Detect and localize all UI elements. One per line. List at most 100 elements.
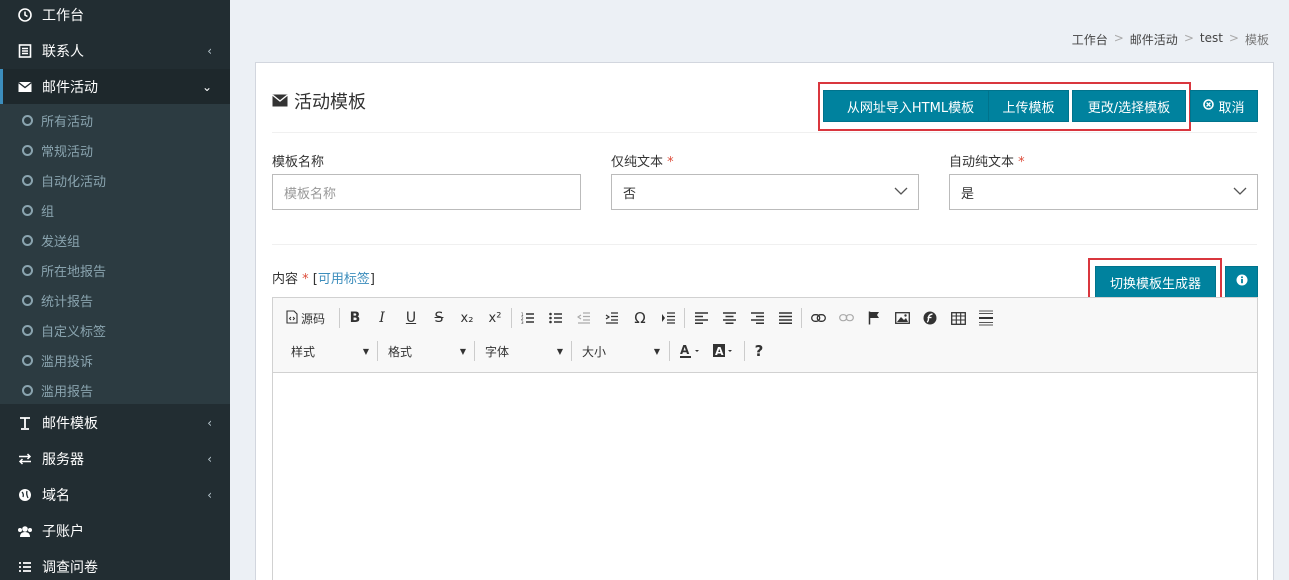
sidebar-item-surveys[interactable]: 调查问卷 (0, 549, 230, 580)
circle-icon (22, 324, 33, 336)
source-label: 源码 (301, 311, 326, 326)
toggle-template-builder-label: 切换模板生成器 (1109, 276, 1201, 292)
sidebar-item-label: 邮件模板 (42, 416, 98, 432)
sidebar-subitem-label: 自定义标签 (41, 324, 107, 340)
bold-icon[interactable]: B (343, 306, 367, 330)
strikethrough-icon[interactable]: S (427, 306, 451, 330)
sidebar-subitem[interactable]: 自定义标签 (0, 315, 230, 345)
special-character-icon[interactable]: Ω (628, 306, 652, 330)
font-select-label: 字体 (485, 344, 510, 359)
sidebar-subitem[interactable]: 常规活动 (0, 135, 230, 165)
table-icon[interactable] (946, 306, 970, 330)
text-color-icon[interactable]: A (676, 339, 706, 363)
italic-icon[interactable]: I (370, 306, 394, 330)
users-icon (17, 525, 33, 538)
svg-text:A: A (680, 343, 690, 357)
style-select[interactable]: 样式 ▼ (291, 339, 369, 363)
envelope-icon (272, 91, 288, 112)
sidebar-subitem[interactable]: 组 (0, 195, 230, 225)
insert-block-icon[interactable] (656, 306, 680, 330)
align-center-icon[interactable] (717, 306, 741, 330)
bulleted-list-icon[interactable] (544, 306, 568, 330)
chevron-down-icon (894, 184, 908, 202)
circle-icon (22, 114, 33, 126)
size-select[interactable]: 大小 ▼ (582, 339, 660, 363)
superscript-icon[interactable]: x² (483, 306, 507, 330)
sidebar-item-label: 调查问卷 (42, 560, 98, 576)
toolbar-separator (377, 341, 378, 361)
upload-template-button[interactable]: 上传模板 (988, 90, 1069, 122)
cancel-circle-icon (1203, 98, 1215, 114)
sidebar-item-contacts[interactable]: 联系人 ‹ (0, 33, 230, 69)
sidebar-item-dashboard[interactable]: 工作台 (0, 0, 230, 33)
source-button[interactable]: 源码 (286, 306, 332, 330)
sidebar-subitem[interactable]: 所有活动 (0, 105, 230, 135)
sidebar-item-subaccounts[interactable]: 子账户 (0, 513, 230, 549)
sidebar-item-servers[interactable]: 服务器 ‹ (0, 441, 230, 477)
align-right-icon[interactable] (745, 306, 769, 330)
sidebar-subitem[interactable]: 自动化活动 (0, 165, 230, 195)
auto-plain-text-value: 是 (961, 186, 975, 202)
sidebar-subitem[interactable]: 滥用报告 (0, 375, 230, 405)
template-name-input[interactable]: 模板名称 (272, 174, 581, 210)
content-label-text: 内容 (272, 272, 299, 287)
toolbar-separator (669, 341, 670, 361)
plain-text-only-value: 否 (623, 186, 637, 202)
circle-icon (22, 204, 33, 216)
style-select-label: 样式 (291, 344, 316, 359)
available-tags-link[interactable]: 可用标签 (318, 272, 370, 287)
sidebar-item-label: 域名 (42, 488, 70, 504)
change-template-button[interactable]: 更改/选择模板 (1072, 90, 1186, 122)
dashboard-icon (17, 8, 33, 22)
format-select[interactable]: 格式 ▼ (388, 339, 466, 363)
font-select[interactable]: 字体 ▼ (485, 339, 563, 363)
breadcrumb-item[interactable]: test (1200, 31, 1223, 48)
bracket: ] (369, 272, 375, 287)
numbered-list-icon[interactable]: 123 (516, 306, 540, 330)
toggle-template-builder-button[interactable]: 切换模板生成器 (1095, 266, 1216, 298)
required-mark: * (667, 155, 674, 170)
auto-plain-text-select[interactable]: 是 (949, 174, 1258, 210)
breadcrumb-item[interactable]: 邮件活动 (1130, 31, 1178, 48)
sidebar-subitem[interactable]: 滥用投诉 (0, 345, 230, 375)
cancel-button[interactable]: 取消 (1190, 90, 1258, 122)
info-button[interactable] (1225, 266, 1258, 298)
link-icon[interactable] (806, 306, 830, 330)
sidebar-item-label: 子账户 (42, 524, 84, 540)
align-justify-icon[interactable] (773, 306, 797, 330)
editor-content-area[interactable] (273, 374, 1257, 580)
underline-icon[interactable]: U (399, 306, 423, 330)
indent-icon[interactable] (600, 306, 624, 330)
sidebar-item-email-templates[interactable]: 邮件模板 ‹ (0, 405, 230, 441)
text-icon (17, 416, 33, 430)
sidebar-subitem[interactable]: 统计报告 (0, 285, 230, 315)
import-html-label: 从网址导入HTML模板 (846, 100, 975, 116)
flash-icon[interactable] (918, 306, 942, 330)
plain-text-only-select[interactable]: 否 (611, 174, 919, 210)
sidebar-item-email-campaigns[interactable]: 邮件活动 ⌄ (0, 69, 230, 105)
sidebar-subitem-label: 所在地报告 (41, 264, 107, 280)
globe-icon (17, 488, 33, 502)
toolbar-separator (571, 341, 572, 361)
subscript-icon[interactable]: x₂ (455, 306, 479, 330)
import-html-button[interactable]: 从网址导入HTML模板 (823, 90, 998, 122)
breadcrumb-separator: > (1113, 31, 1124, 45)
horizontal-line-icon[interactable] (974, 306, 998, 330)
background-color-icon[interactable]: A (709, 339, 739, 363)
sidebar: 工作台 联系人 ‹ 邮件活动 ⌄ 所有活动 常规活动 自动化活动 组 发送组 所… (0, 0, 230, 580)
main-content: 工作台 > 邮件活动 > test > 模板 活动模板 从网址导入HTML模板 … (230, 0, 1289, 580)
caret-down-icon: ▼ (459, 346, 466, 356)
image-icon[interactable] (890, 306, 914, 330)
editor-toolbar: 源码 B I U S x₂ x² 123 Ω 样式 ▼ 格式 ▼ 字体 ▼ 大小… (273, 298, 1257, 373)
unlink-icon[interactable] (834, 306, 858, 330)
sidebar-item-domains[interactable]: 域名 ‹ (0, 477, 230, 513)
outdent-icon[interactable] (572, 306, 596, 330)
breadcrumb-item[interactable]: 工作台 (1072, 31, 1108, 48)
sidebar-subitem[interactable]: 发送组 (0, 225, 230, 255)
anchor-flag-icon[interactable] (862, 306, 886, 330)
sidebar-subitem[interactable]: 所在地报告 (0, 255, 230, 285)
exchange-icon (17, 453, 33, 465)
align-left-icon[interactable] (689, 306, 713, 330)
help-icon[interactable]: ? (747, 339, 771, 363)
circle-icon (22, 264, 33, 276)
